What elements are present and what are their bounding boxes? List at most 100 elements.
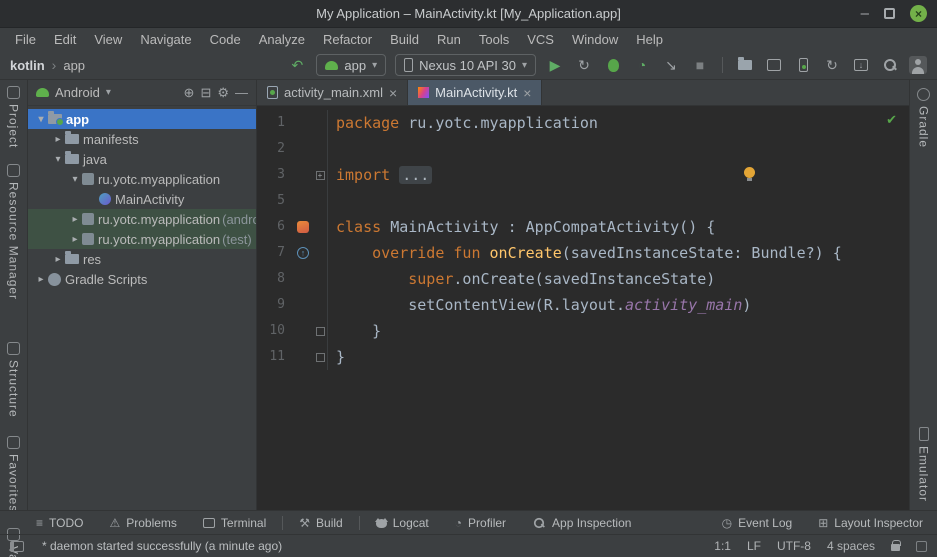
close-tab-icon[interactable]: × xyxy=(389,85,397,101)
toolwindow-quick-access-icon[interactable] xyxy=(10,541,24,552)
gradle-sync-button[interactable]: ↶ xyxy=(287,55,307,75)
device-select[interactable]: Nexus 10 API 30 ▾ xyxy=(395,54,536,76)
chevron-right-icon[interactable]: ▸ xyxy=(34,274,48,285)
tree-item-app[interactable]: ▾ app xyxy=(28,109,256,129)
menu-item-code[interactable]: Code xyxy=(201,28,250,51)
fold-end-marker[interactable] xyxy=(316,327,325,336)
close-button[interactable]: × xyxy=(910,5,927,22)
tool-button-favorites[interactable]: Favorites xyxy=(7,436,21,512)
encoding-widget[interactable]: UTF-8 xyxy=(777,539,811,553)
code-line: 10 } xyxy=(257,318,909,344)
settings-gear-button[interactable]: ⚙ xyxy=(217,85,229,101)
apply-changes-button[interactable]: ↻ xyxy=(574,55,594,75)
sdk-manager-button[interactable]: ↓ xyxy=(851,55,871,75)
indent-widget[interactable]: 4 spaces xyxy=(827,539,875,553)
chevron-down-icon[interactable]: ▾ xyxy=(34,114,48,125)
tool-button-problems[interactable]: ⚠Problems xyxy=(109,516,176,530)
search-everywhere-button[interactable] xyxy=(880,55,900,75)
tool-button-terminal[interactable]: Terminal xyxy=(203,516,266,530)
folded-region-marker[interactable]: + xyxy=(316,171,325,180)
menu-item-tools[interactable]: Tools xyxy=(470,28,518,51)
menu-bar: File Edit View Navigate Code Analyze Ref… xyxy=(0,28,937,51)
menu-item-vcs[interactable]: VCS xyxy=(518,28,563,51)
tool-button-layout-inspector[interactable]: ⊞Layout Inspector xyxy=(818,516,923,530)
tool-button-structure[interactable]: Structure xyxy=(7,342,21,418)
window-titlebar: My Application – MainActivity.kt [My_App… xyxy=(0,0,937,28)
locate-file-button[interactable]: ⊕ xyxy=(184,85,195,101)
avd-manager-button[interactable] xyxy=(793,55,813,75)
tool-button-event-log[interactable]: ◷Event Log xyxy=(722,516,793,530)
tree-item-manifests[interactable]: ▸ manifests xyxy=(28,129,256,149)
close-tab-icon[interactable]: × xyxy=(523,85,531,101)
caret-position-widget[interactable]: 1:1 xyxy=(714,539,731,553)
chevron-right-icon[interactable]: ▸ xyxy=(51,134,65,145)
tree-item-package[interactable]: ▾ ru.yotc.myapplication xyxy=(28,169,256,189)
minimize-button[interactable]: – xyxy=(861,9,869,19)
stop-button[interactable]: ■ xyxy=(690,55,710,75)
menu-item-refactor[interactable]: Refactor xyxy=(314,28,381,51)
tree-item-package-test[interactable]: ▸ ru.yotc.myapplication (test) xyxy=(28,229,256,249)
android-class-gutter-icon[interactable] xyxy=(297,221,309,233)
code-line: 8 super.onCreate(savedInstanceState) xyxy=(257,266,909,292)
menu-item-build[interactable]: Build xyxy=(381,28,428,51)
user-avatar[interactable] xyxy=(909,56,927,74)
breadcrumb-app[interactable]: app xyxy=(63,58,85,73)
menu-item-analyze[interactable]: Analyze xyxy=(250,28,314,51)
menu-item-help[interactable]: Help xyxy=(627,28,672,51)
source-set-suffix: (test) xyxy=(222,232,252,247)
tree-item-mainactivity[interactable]: MainActivity xyxy=(28,189,256,209)
tool-button-gradle[interactable]: Gradle xyxy=(917,88,931,148)
tool-button-resource-manager[interactable]: Resource Manager xyxy=(7,164,21,300)
chevron-right-icon[interactable]: ▸ xyxy=(51,254,65,265)
tool-button-emulator[interactable]: Emulator xyxy=(910,427,937,502)
menu-item-file[interactable]: File xyxy=(6,28,45,51)
attach-debugger-button[interactable]: ↘ xyxy=(661,55,681,75)
menu-item-window[interactable]: Window xyxy=(563,28,627,51)
event-log-icon: ◷ xyxy=(722,516,732,530)
tool-button-build[interactable]: ⚒Build xyxy=(299,516,342,530)
run-configuration-select[interactable]: app ▾ xyxy=(316,54,386,76)
tool-button-project[interactable]: Project xyxy=(7,86,21,148)
maximize-button[interactable] xyxy=(884,8,895,19)
run-button[interactable]: ▶ xyxy=(545,55,565,75)
fold-end-marker[interactable] xyxy=(316,353,325,362)
stop-icon: ■ xyxy=(696,57,704,73)
collapse-all-button[interactable]: ⊟ xyxy=(200,85,211,101)
project-panel-header: Android ▾ ⊕ ⊟ ⚙ — xyxy=(28,80,256,106)
tree-item-java[interactable]: ▾ java xyxy=(28,149,256,169)
window-title: My Application – MainActivity.kt [My_App… xyxy=(316,6,621,21)
line-ending-widget[interactable]: LF xyxy=(747,539,761,553)
profiler-icon: ◔ xyxy=(455,516,462,530)
folded-imports[interactable]: ... xyxy=(399,166,432,184)
window-controls: – × xyxy=(861,0,927,27)
hide-panel-button[interactable]: — xyxy=(235,85,248,100)
tool-button-profiler[interactable]: ◔Profiler xyxy=(455,516,506,530)
tool-button-logcat[interactable]: Logcat xyxy=(376,516,429,530)
readonly-lock-icon[interactable] xyxy=(891,544,900,551)
tool-button-todo[interactable]: ≡TODO xyxy=(36,516,83,530)
code-editor[interactable]: 1 package ru.yotc.myapplication 2 3 + im… xyxy=(257,106,909,510)
chevron-right-icon[interactable]: ▸ xyxy=(68,214,82,225)
menu-item-edit[interactable]: Edit xyxy=(45,28,85,51)
breadcrumb-module[interactable]: kotlin xyxy=(10,58,45,73)
menu-item-view[interactable]: View xyxy=(85,28,131,51)
tab-mainactivity-kt[interactable]: MainActivity.kt × xyxy=(408,80,542,105)
tool-button-app-inspection[interactable]: App Inspection xyxy=(532,516,631,530)
device-file-explorer-button[interactable] xyxy=(735,55,755,75)
menu-item-run[interactable]: Run xyxy=(428,28,470,51)
menu-item-navigate[interactable]: Navigate xyxy=(131,28,200,51)
chevron-down-icon[interactable]: ▾ xyxy=(68,174,82,185)
tab-activity-main-xml[interactable]: activity_main.xml × xyxy=(257,80,408,105)
sync-project-button[interactable]: ↻ xyxy=(822,55,842,75)
chevron-down-icon[interactable]: ▾ xyxy=(51,154,65,165)
override-gutter-icon[interactable]: ↑ xyxy=(297,247,309,259)
tree-item-res[interactable]: ▸ res xyxy=(28,249,256,269)
chevron-right-icon[interactable]: ▸ xyxy=(68,234,82,245)
debug-button[interactable] xyxy=(603,55,623,75)
project-view-select[interactable]: Android xyxy=(55,85,100,100)
tree-item-gradle-scripts[interactable]: ▸ Gradle Scripts xyxy=(28,269,256,289)
tree-item-package-androidtest[interactable]: ▸ ru.yotc.myapplication (androidTest) xyxy=(28,209,256,229)
intention-bulb-icon[interactable] xyxy=(744,167,755,178)
profiler-button[interactable]: ◔ xyxy=(632,55,652,75)
layout-validation-button[interactable] xyxy=(764,55,784,75)
